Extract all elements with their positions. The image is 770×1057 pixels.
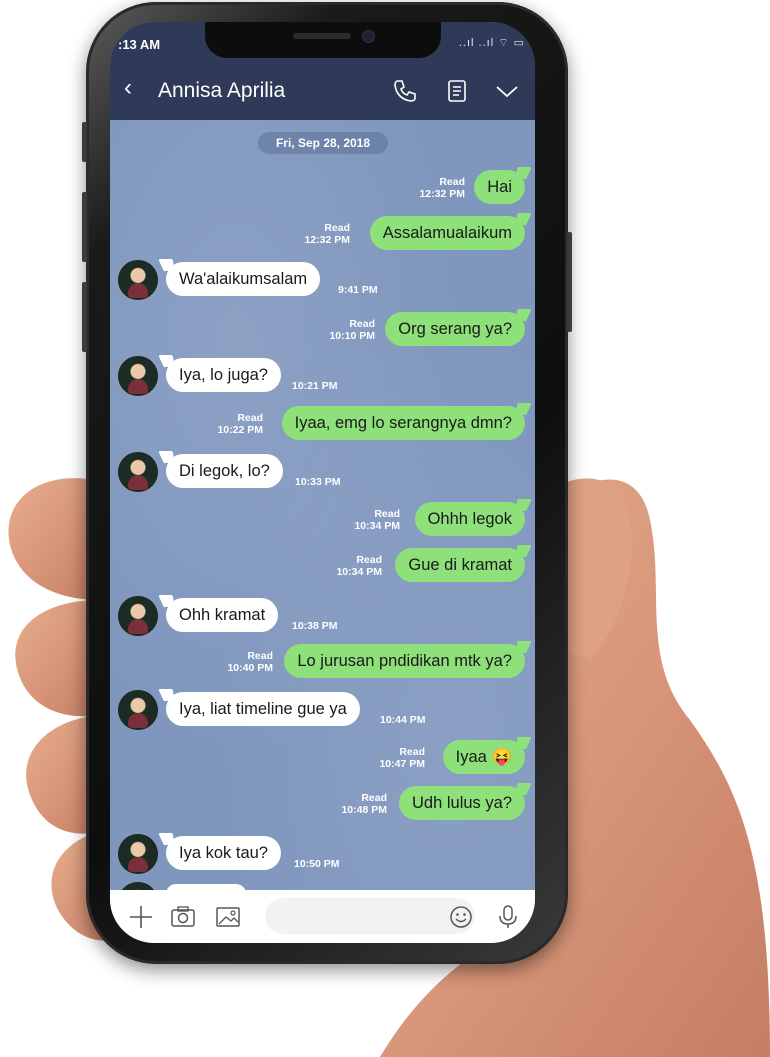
chat-message[interactable]: Read 10:40 PM Lo jurusan pndidikan mtk y…: [110, 644, 535, 680]
message-time: 10:48 PM: [341, 804, 387, 816]
message-time: 10:34 PM: [354, 520, 400, 532]
message-bubble[interactable]: Di legok, lo?: [166, 454, 283, 488]
message-time: 10:21 PM: [292, 380, 338, 392]
chat-header: ‹ Annisa Aprilia: [110, 62, 535, 120]
message-input-bar: [110, 890, 535, 943]
message-time: 10:50 PM: [294, 858, 340, 870]
chat-message[interactable]: Read 10:48 PM Udh lulus ya?: [110, 786, 535, 822]
date-separator: Fri, Sep 28, 2018: [258, 132, 388, 154]
signal-wifi-battery-icons: ..ıl ..ıl ⌔ ▭: [458, 37, 525, 49]
chat-area: Fri, Sep 28, 2018 Read 12:32 PM Hai Read…: [110, 120, 535, 890]
message-bubble[interactable]: Org serang ya?: [385, 312, 525, 346]
side-button: [82, 282, 87, 352]
read-status: Read: [399, 746, 425, 758]
contact-avatar[interactable]: [118, 690, 158, 730]
contact-name: Annisa Aprilia: [158, 79, 286, 102]
message-bubble[interactable]: Iyaa 😝: [442, 740, 525, 774]
side-button: [82, 192, 87, 262]
message-bubble[interactable]: Gue di kramat: [395, 548, 525, 582]
message-bubble[interactable]: Ohhh legok: [414, 502, 525, 536]
message-time: 10:22 PM: [217, 424, 263, 436]
chat-message[interactable]: Read 10:34 PM Ohhh legok: [110, 502, 535, 538]
phone-icon[interactable]: [392, 78, 418, 104]
chat-message[interactable]: Iya kok tau? 10:50 PM: [110, 834, 535, 874]
chat-message[interactable]: Di legok, lo? 10:33 PM: [110, 452, 535, 492]
message-bubble[interactable]: Ohh kramat: [166, 598, 279, 632]
read-status: Read: [324, 222, 350, 234]
message-time: 10:44 PM: [380, 714, 426, 726]
message-meta: Read 10:40 PM: [227, 650, 273, 674]
message-time: 10:47 PM: [379, 758, 425, 770]
message-time: 10:33 PM: [295, 476, 341, 488]
message-bubble[interactable]: Lo jurusan pndidikan mtk ya?: [284, 644, 525, 678]
side-button: [82, 122, 87, 162]
read-status: Read: [247, 650, 273, 662]
chat-message[interactable]: Read 10:22 PM Iyaa, emg lo serangnya dmn…: [110, 406, 535, 442]
speaker: [293, 33, 351, 39]
chat-message[interactable]: Iya, lo juga? 10:21 PM: [110, 356, 535, 396]
chat-message[interactable]: Read 12:32 PM Hai: [110, 170, 535, 206]
message-meta: Read 10:48 PM: [341, 792, 387, 816]
chat-message[interactable]: Read 10:47 PM Iyaa 😝: [110, 740, 535, 776]
message-input[interactable]: [265, 898, 475, 934]
message-time: 9:41 PM: [338, 284, 378, 296]
message-bubble[interactable]: Iya, liat timeline gue ya: [166, 692, 360, 726]
message-bubble[interactable]: Assalamualaikum: [369, 216, 525, 250]
message-time: 10:10 PM: [329, 330, 375, 342]
camera-icon[interactable]: [170, 904, 196, 930]
contact-avatar[interactable]: [118, 834, 158, 874]
message-bubble[interactable]: Iyaa, emg lo serangnya dmn?: [281, 406, 525, 440]
chat-message[interactable]: Iya, liat timeline gue ya 10:44 PM: [110, 690, 535, 730]
chat-message[interactable]: Read 12:32 PM Assalamualaikum: [110, 216, 535, 252]
read-status: Read: [349, 318, 375, 330]
message-bubble[interactable]: Udh lulus ya?: [399, 786, 525, 820]
plus-icon[interactable]: [128, 904, 154, 930]
chat-message[interactable]: Read 10:10 PM Org serang ya?: [110, 312, 535, 348]
message-meta: Read 10:22 PM: [217, 412, 263, 436]
chat-message[interactable]: Wa'alaikumsalam 9:41 PM: [110, 260, 535, 300]
back-chevron-icon[interactable]: ‹: [124, 76, 132, 100]
message-time: 10:40 PM: [227, 662, 273, 674]
notes-icon[interactable]: [444, 78, 470, 104]
read-status: Read: [356, 554, 382, 566]
message-text: Iyaa: [455, 748, 487, 766]
front-camera: [362, 30, 375, 43]
read-status: Read: [237, 412, 263, 424]
message-bubble[interactable]: Iya kok tau?: [166, 836, 281, 870]
phone-screen: :13 AM ..ıl ..ıl ⌔ ▭ ‹ Annisa Aprilia Fr…: [110, 22, 535, 943]
message-time: 10:38 PM: [292, 620, 338, 632]
message-meta: Read 12:32 PM: [304, 222, 350, 246]
notch: [205, 22, 441, 58]
message-time: 12:32 PM: [304, 234, 350, 246]
microphone-icon[interactable]: [495, 904, 521, 930]
chat-message[interactable]: Ohh kramat 10:38 PM: [110, 596, 535, 636]
status-time: :13 AM: [118, 37, 161, 52]
message-time: 10:34 PM: [336, 566, 382, 578]
message-meta: Read 10:10 PM: [329, 318, 375, 342]
chat-message[interactable]: Read 10:34 PM Gue di kramat: [110, 548, 535, 584]
contact-avatar[interactable]: [118, 356, 158, 396]
contact-avatar[interactable]: [118, 452, 158, 492]
emoji-icon[interactable]: [448, 904, 474, 930]
message-bubble[interactable]: Iya, lo juga?: [166, 358, 281, 392]
message-time: 12:32 PM: [419, 188, 465, 200]
message-meta: Read 12:32 PM: [419, 176, 465, 200]
side-button: [567, 232, 572, 332]
read-status: Read: [439, 176, 465, 188]
emoji-tongue-icon: 😝: [491, 748, 512, 766]
read-status: Read: [374, 508, 400, 520]
message-meta: Read 10:47 PM: [379, 746, 425, 770]
contact-avatar[interactable]: [118, 882, 158, 890]
image-icon[interactable]: [215, 904, 241, 930]
contact-avatar[interactable]: [118, 596, 158, 636]
chevron-down-icon[interactable]: [494, 78, 520, 104]
message-meta: Read 10:34 PM: [354, 508, 400, 532]
message-bubble[interactable]: Hai: [474, 170, 525, 204]
message-meta: Read 10:34 PM: [336, 554, 382, 578]
contact-avatar[interactable]: [118, 260, 158, 300]
message-bubble[interactable]: Wa'alaikumsalam: [166, 262, 321, 296]
read-status: Read: [361, 792, 387, 804]
